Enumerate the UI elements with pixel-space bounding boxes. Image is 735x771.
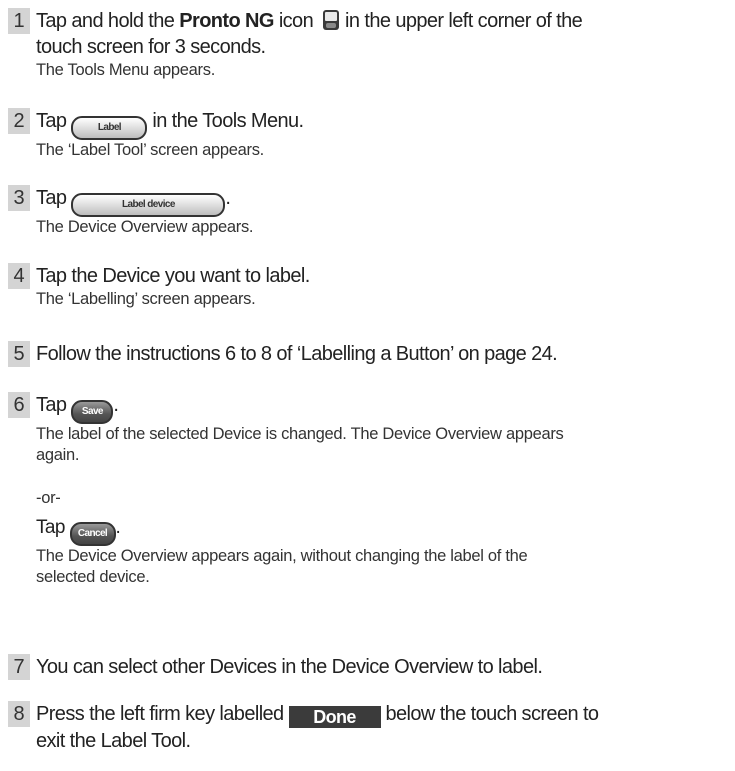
alternative-result: The Device Overview appears again, witho… [36, 547, 528, 586]
alternative-instruction: Tap Cancel. [36, 515, 728, 546]
step-6: 6 Tap Save. The label of the selected De… [8, 392, 728, 588]
step-number: 5 [8, 341, 30, 367]
cancel-button[interactable]: Cancel [69, 522, 116, 546]
step-result: The ‘Label Tool’ screen appears. [36, 141, 264, 159]
step-instruction: Tap the Device you want to label. [36, 265, 310, 287]
step-result: The ‘Labelling’ screen appears. [36, 290, 256, 308]
step-number: 1 [8, 8, 30, 34]
or-separator: -or- [36, 489, 61, 507]
step-instruction: Press the left firm key labelled Done be… [36, 703, 599, 752]
label-button[interactable]: Label [71, 116, 148, 140]
step-instruction: Tap and hold the Pronto NG icon in the u… [36, 9, 583, 58]
step-number: 2 [8, 108, 30, 134]
manual-page: 1 Tap and hold the Pronto NG icon in the… [0, 0, 735, 771]
step-4: 4 Tap the Device you want to label. The … [8, 263, 728, 310]
save-button[interactable]: Save [71, 400, 114, 424]
step-result: The label of the selected Device is chan… [36, 424, 728, 509]
step-instruction: Tap Label in the Tools Menu. [36, 108, 728, 140]
step-number: 6 [8, 392, 30, 418]
step-3: 3 Tap Label device. The Device Overview … [8, 185, 728, 238]
step-1: 1 Tap and hold the Pronto NG icon in the… [8, 8, 728, 81]
done-firm-key[interactable]: Done [288, 706, 381, 728]
step-result: The Device Overview appears. [36, 218, 254, 236]
step-instruction: Tap Label device. [36, 185, 728, 217]
step-7: 7 You can select other Devices in the De… [8, 654, 728, 680]
step-number: 4 [8, 263, 30, 289]
step-instruction: You can select other Devices in the Devi… [36, 656, 543, 678]
step-2: 2 Tap Label in the Tools Menu. The ‘Labe… [8, 108, 728, 161]
step-number: 3 [8, 185, 30, 211]
step-number: 7 [8, 654, 30, 680]
step-result: The Tools Menu appears. [36, 61, 215, 79]
step-instruction: Follow the instructions 6 to 8 of ‘Label… [36, 343, 558, 365]
step-instruction: Tap Save. [36, 392, 728, 424]
step-number: 8 [8, 701, 30, 727]
step-8: 8 Press the left firm key labelled Done … [8, 701, 728, 754]
product-name: Pronto NG [179, 10, 274, 32]
step-5: 5 Follow the instructions 6 to 8 of ‘Lab… [8, 341, 728, 367]
pronto-device-icon [322, 9, 340, 31]
label-device-button[interactable]: Label device [71, 193, 226, 217]
